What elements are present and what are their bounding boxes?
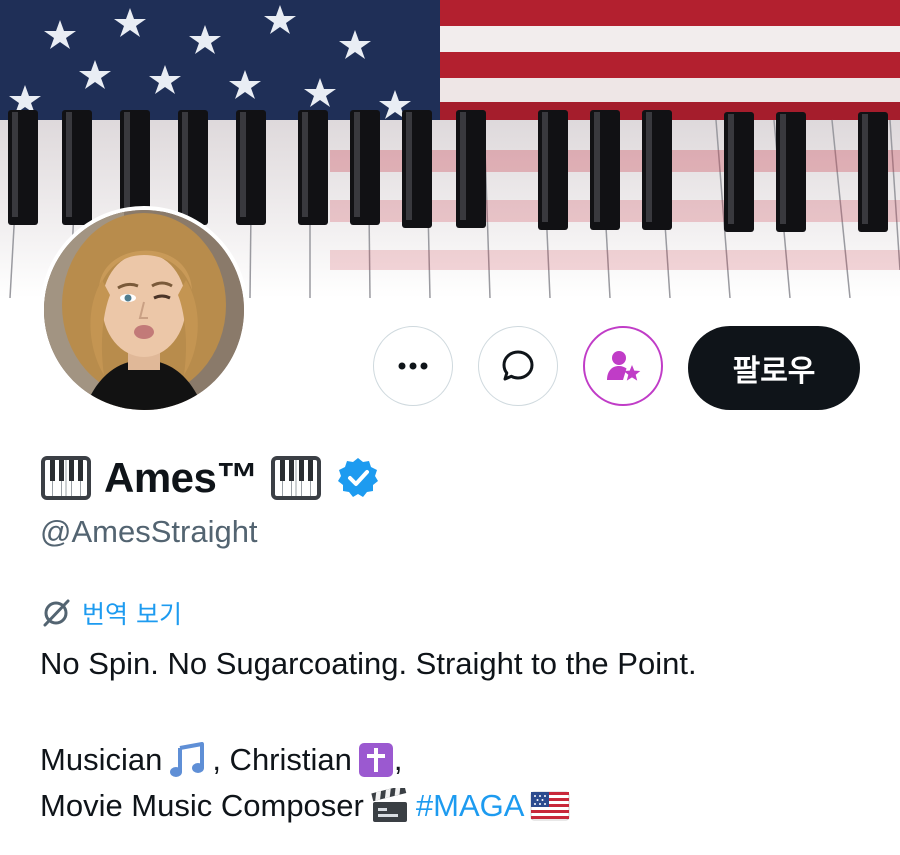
translate-bio-link[interactable]: 번역 보기: [40, 595, 182, 631]
bio-text-line: Musician , Christian ,: [40, 742, 403, 778]
clapper-board-icon: [371, 788, 407, 822]
message-bubble-icon: [502, 350, 534, 381]
bio-text-line: No Spin. No Sugarcoating. Straight to th…: [40, 646, 697, 681]
follow-button[interactable]: 팔로우: [688, 326, 860, 410]
bio-musician: Musician: [40, 742, 163, 777]
verified-badge-icon[interactable]: [336, 456, 380, 500]
message-button[interactable]: [478, 326, 558, 406]
bio-christian: , Christian: [212, 742, 352, 777]
piano-keys-icon: [270, 456, 321, 500]
subscribe-person-star-icon: [607, 351, 641, 381]
hashtag-link[interactable]: #MAGA: [416, 788, 525, 824]
more-dots-icon: [398, 362, 428, 370]
more-options-button[interactable]: [373, 326, 453, 406]
music-notes-icon: [170, 742, 205, 777]
us-flag-icon: [530, 791, 570, 821]
latin-cross-icon: [358, 743, 393, 777]
display-name-row: Ames™: [40, 448, 380, 508]
display-name: Ames™: [104, 454, 258, 501]
translate-label: 번역 보기: [82, 600, 182, 629]
bio-comma: ,: [393, 742, 403, 777]
profile-handle: @AmesStraight: [40, 514, 258, 549]
profile-avatar[interactable]: [40, 206, 248, 414]
avatar-photo: [44, 210, 244, 410]
bio-composer: Movie Music Composer: [40, 788, 364, 823]
bio-text-line: Movie Music Composer #MAGA: [40, 788, 576, 824]
translate-slash-icon: [43, 599, 70, 627]
subscribe-button[interactable]: [583, 326, 663, 406]
piano-keys-icon: [41, 456, 91, 500]
